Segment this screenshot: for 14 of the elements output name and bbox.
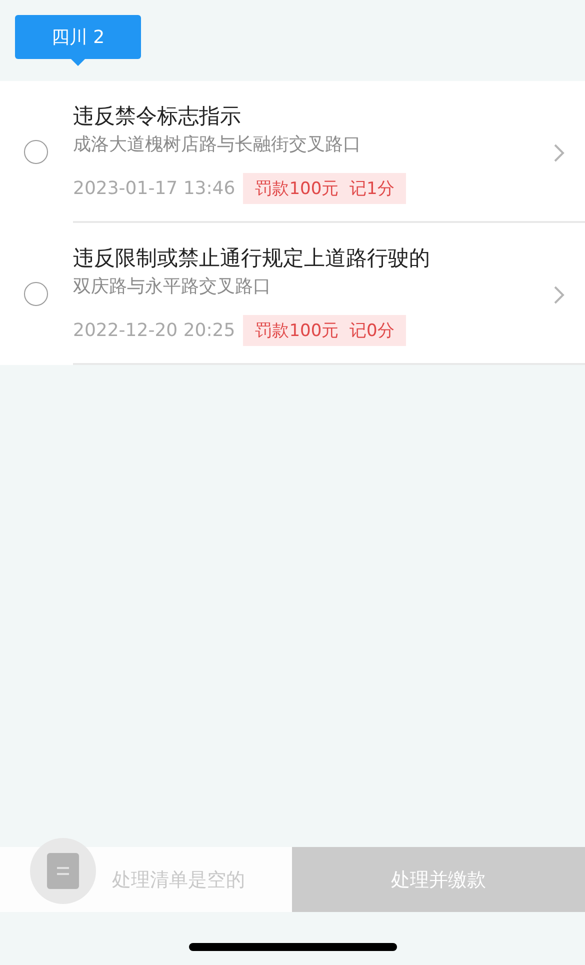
violation-time: 2022-12-20 20:25	[73, 320, 236, 341]
select-radio[interactable]	[24, 140, 48, 164]
violation-time: 2023-01-17 13:46	[73, 178, 236, 199]
region-tab[interactable]: 四川 2	[15, 15, 141, 59]
chevron-right-icon[interactable]	[553, 142, 565, 162]
select-radio[interactable]	[24, 282, 48, 306]
violation-location: 成洛大道槐树店路与长融街交叉路口	[73, 133, 362, 157]
violation-title: 违反限制或禁止通行规定上道路行驶的	[73, 245, 431, 272]
penalty-tag: 罚款100元 记1分	[243, 173, 406, 204]
violation-location: 双庆路与永平路交叉路口	[73, 275, 272, 299]
chevron-right-icon[interactable]	[553, 284, 565, 304]
violation-title: 违反禁令标志指示	[73, 103, 242, 130]
tab-pointer	[71, 59, 85, 66]
penalty-tag: 罚款100元 记0分	[243, 315, 406, 346]
